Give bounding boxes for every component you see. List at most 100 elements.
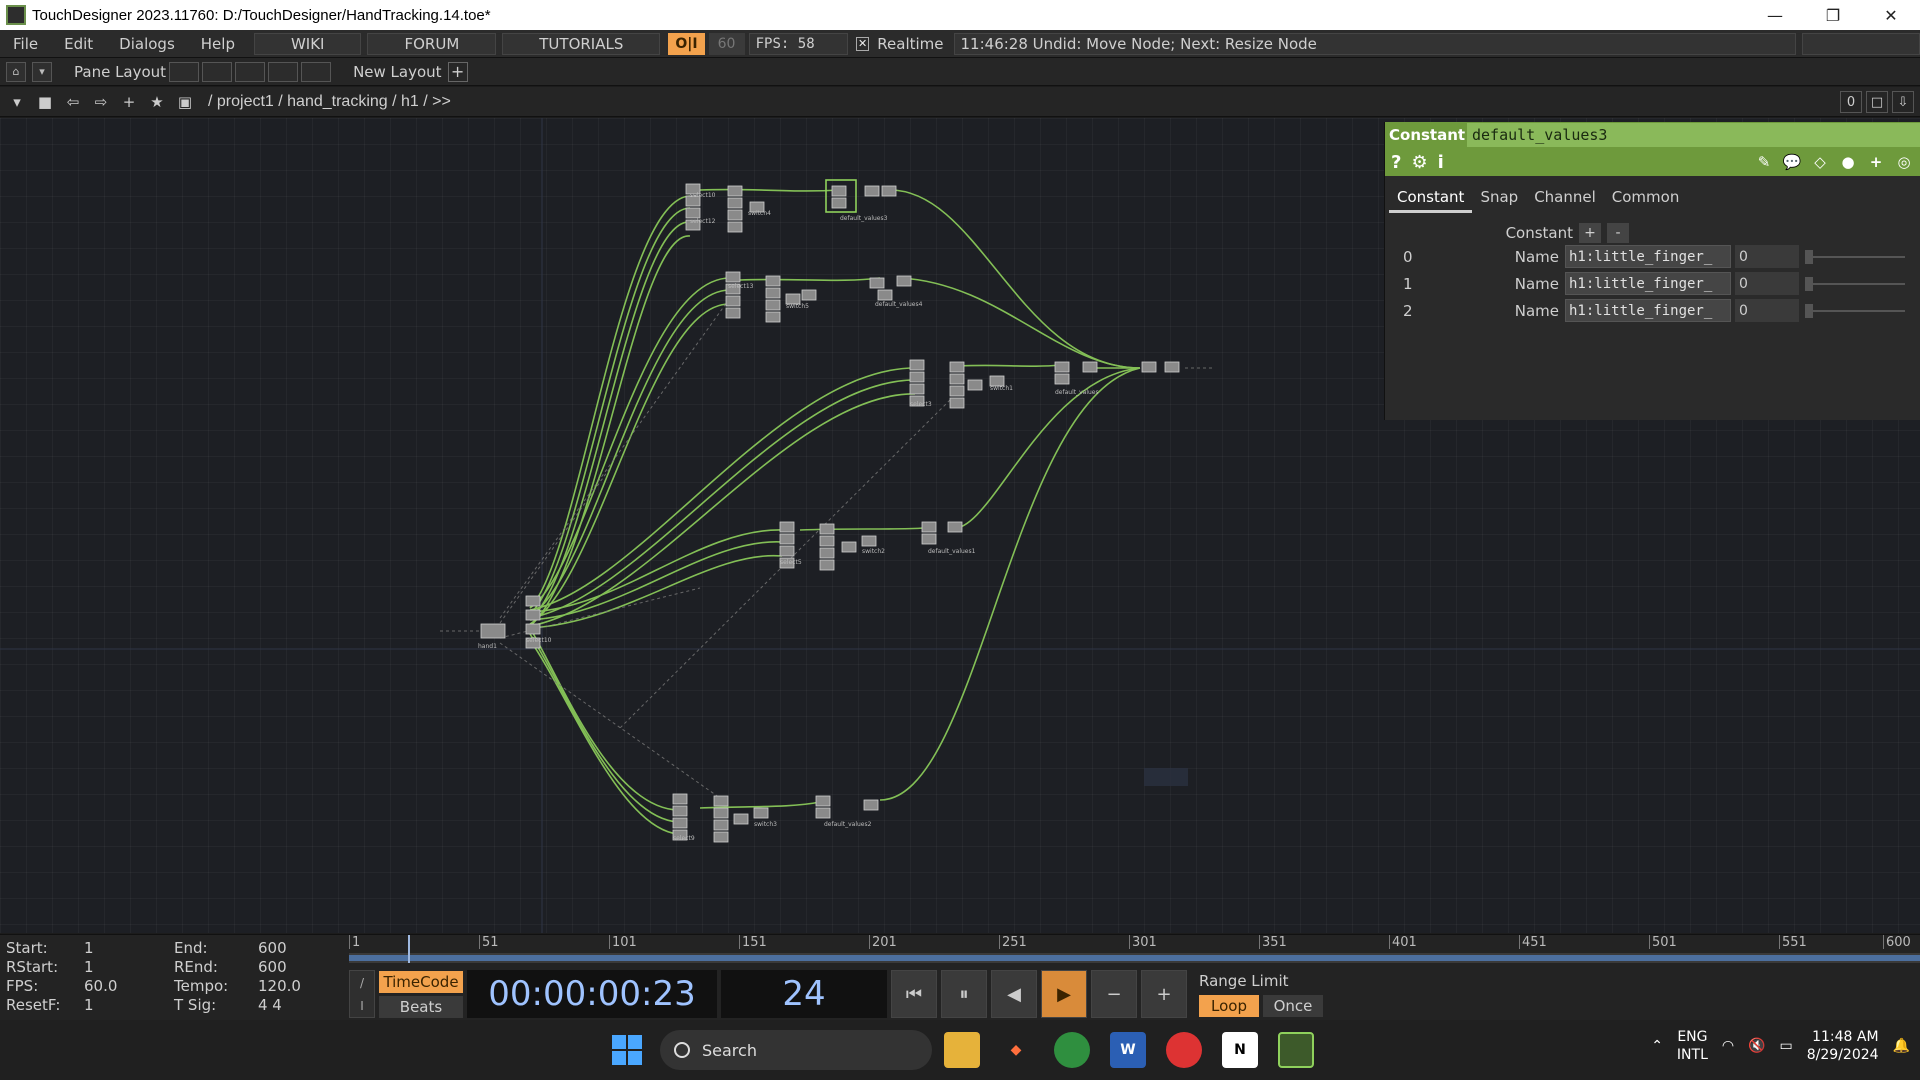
playhead[interactable] bbox=[408, 935, 411, 963]
op-name-field[interactable]: default_values3 bbox=[1467, 123, 1920, 147]
beats-mode-button[interactable]: Beats bbox=[379, 995, 463, 1018]
battery-icon[interactable]: ▭ bbox=[1780, 1038, 1793, 1054]
once-button[interactable]: Once bbox=[1263, 994, 1323, 1017]
value-slider[interactable] bbox=[1805, 249, 1905, 264]
tutorials-button[interactable]: TUTORIALS bbox=[502, 32, 661, 55]
layout-split-h-button[interactable] bbox=[202, 61, 233, 82]
fps-cap-field[interactable]: 60 bbox=[708, 32, 745, 55]
info-icon[interactable]: i bbox=[1438, 152, 1444, 173]
notion-icon[interactable]: N bbox=[1222, 1032, 1258, 1068]
channel-value-field[interactable]: 0 bbox=[1735, 245, 1799, 268]
play-reverse-icon[interactable]: ◀ bbox=[991, 970, 1037, 1018]
palette-icon[interactable]: ▣ bbox=[174, 91, 196, 113]
maximize-pane-icon[interactable]: □ bbox=[1866, 91, 1888, 113]
tab-common[interactable]: Common bbox=[1604, 184, 1688, 213]
breadcrumb[interactable]: / project1 / hand_tracking / h1 / >> bbox=[208, 93, 451, 111]
rend-label: REnd: bbox=[174, 958, 218, 976]
add-layout-button[interactable]: + bbox=[447, 61, 468, 82]
timecode-mode-button[interactable]: TimeCode bbox=[379, 970, 463, 993]
layout-split-v-button[interactable] bbox=[235, 61, 266, 82]
channel-value-field[interactable]: 0 bbox=[1735, 272, 1799, 295]
end-value[interactable]: 600 bbox=[258, 939, 287, 958]
rstart-value[interactable]: 1 bbox=[84, 958, 174, 977]
timecode-display[interactable]: 00:00:00:23 bbox=[467, 970, 717, 1018]
chrome-profile-icon[interactable] bbox=[1166, 1032, 1202, 1068]
value-slider[interactable] bbox=[1805, 303, 1905, 318]
stop-icon[interactable]: ■ bbox=[34, 91, 56, 113]
notification-bell-icon[interactable]: 🔔 bbox=[1893, 1038, 1910, 1054]
touchdesigner-taskbar-icon[interactable] bbox=[1278, 1032, 1314, 1068]
rewind-icon[interactable]: ⏮ bbox=[891, 970, 937, 1018]
pane-split-icon[interactable]: ▾ bbox=[32, 61, 52, 82]
wiki-button[interactable]: WIKI bbox=[253, 32, 362, 55]
help-icon[interactable]: ? bbox=[1391, 152, 1401, 173]
figma-icon[interactable]: ◆ bbox=[998, 1032, 1034, 1068]
windows-start-icon[interactable] bbox=[612, 1035, 642, 1065]
layout-four-button[interactable] bbox=[301, 61, 332, 82]
window-title: TouchDesigner 2023.11760: D:/TouchDesign… bbox=[32, 6, 491, 24]
step-back-button[interactable]: − bbox=[1091, 970, 1137, 1018]
file-explorer-icon[interactable] bbox=[944, 1032, 980, 1068]
pane-menu-icon[interactable]: ▾ bbox=[6, 91, 28, 113]
chrome-icon[interactable] bbox=[1054, 1032, 1090, 1068]
pause-icon[interactable]: ⏸ bbox=[941, 970, 987, 1018]
channel-name-field[interactable]: h1:little_finger_ bbox=[1565, 245, 1731, 268]
volume-muted-icon[interactable]: 🔇 bbox=[1748, 1038, 1765, 1054]
frame-display[interactable]: 24 bbox=[721, 970, 887, 1018]
menu-file[interactable]: File bbox=[0, 35, 51, 53]
channel-name-field[interactable]: h1:little_finger_ bbox=[1565, 299, 1731, 322]
tempo-value[interactable]: 120.0 bbox=[258, 977, 301, 996]
tsig-value[interactable]: 4 4 bbox=[258, 996, 282, 1015]
start-value[interactable]: 1 bbox=[84, 939, 174, 958]
menu-help[interactable]: Help bbox=[188, 35, 248, 53]
wifi-icon[interactable]: ◠ bbox=[1722, 1038, 1734, 1054]
word-icon[interactable]: W bbox=[1110, 1032, 1146, 1068]
restore-button[interactable]: ❐ bbox=[1804, 0, 1862, 30]
range-bar[interactable] bbox=[349, 953, 1920, 963]
rend-value[interactable]: 600 bbox=[258, 958, 287, 977]
python-help-icon[interactable]: ⚙ bbox=[1411, 152, 1427, 173]
add-channel-button[interactable]: + bbox=[1579, 223, 1601, 243]
layout-single-button[interactable] bbox=[169, 61, 200, 82]
home-icon[interactable]: ⌂ bbox=[6, 61, 26, 82]
layout-three-button[interactable] bbox=[268, 61, 299, 82]
plus-icon[interactable]: + bbox=[1866, 152, 1886, 172]
chevron-up-icon[interactable]: ⌃ bbox=[1651, 1038, 1663, 1054]
realtime-oi-toggle[interactable]: O|I bbox=[668, 32, 705, 55]
taskbar-search[interactable]: Search bbox=[660, 1030, 932, 1070]
remove-channel-button[interactable]: - bbox=[1607, 223, 1629, 243]
tab-channel[interactable]: Channel bbox=[1526, 184, 1604, 213]
value-slider[interactable] bbox=[1805, 276, 1905, 291]
target-icon[interactable]: ◎ bbox=[1894, 152, 1914, 172]
comment-icon[interactable]: 💬 bbox=[1782, 152, 1802, 172]
edit-icon[interactable]: ✎ bbox=[1754, 152, 1774, 172]
forum-button[interactable]: FORUM bbox=[367, 32, 497, 55]
timeline-ruler[interactable]: 1 51 101 151 201 251 301 351 401 451 501 551 600 bbox=[349, 935, 1920, 963]
close-button[interactable]: ✕ bbox=[1862, 0, 1920, 30]
svg-text:default_values: default_values bbox=[1055, 389, 1099, 396]
menu-dialogs[interactable]: Dialogs bbox=[106, 35, 188, 53]
timecode-side-toggle[interactable]: / I bbox=[349, 970, 375, 1018]
tab-snap[interactable]: Snap bbox=[1472, 184, 1526, 213]
row-label: Name bbox=[1514, 274, 1559, 293]
tab-constant[interactable]: Constant bbox=[1389, 184, 1473, 213]
python-icon[interactable]: ● bbox=[1838, 152, 1858, 172]
back-icon[interactable]: ⇦ bbox=[62, 91, 84, 113]
fps-value[interactable]: 60.0 bbox=[84, 977, 174, 996]
step-forward-button[interactable]: + bbox=[1141, 970, 1187, 1018]
channel-value-field[interactable]: 0 bbox=[1735, 299, 1799, 322]
forward-icon[interactable]: ⇨ bbox=[90, 91, 112, 113]
realtime-checkbox[interactable]: ✕ bbox=[855, 36, 870, 51]
pane-download-icon[interactable]: ⇩ bbox=[1892, 91, 1914, 113]
play-icon[interactable]: ▶ bbox=[1041, 970, 1087, 1018]
bookmark-star-icon[interactable]: ★ bbox=[146, 91, 168, 113]
clock[interactable]: 11:48 AM 8/29/2024 bbox=[1807, 1028, 1879, 1064]
language-indicator[interactable]: ENG INTL bbox=[1677, 1028, 1708, 1064]
menu-edit[interactable]: Edit bbox=[51, 35, 106, 53]
add-node-icon[interactable]: + bbox=[118, 91, 140, 113]
channel-name-field[interactable]: h1:little_finger_ bbox=[1565, 272, 1731, 295]
bucket-icon[interactable]: ◇ bbox=[1810, 152, 1830, 172]
resetf-value[interactable]: 1 bbox=[84, 996, 174, 1015]
minimize-button[interactable]: — bbox=[1746, 0, 1804, 30]
loop-button[interactable]: Loop bbox=[1199, 994, 1259, 1017]
